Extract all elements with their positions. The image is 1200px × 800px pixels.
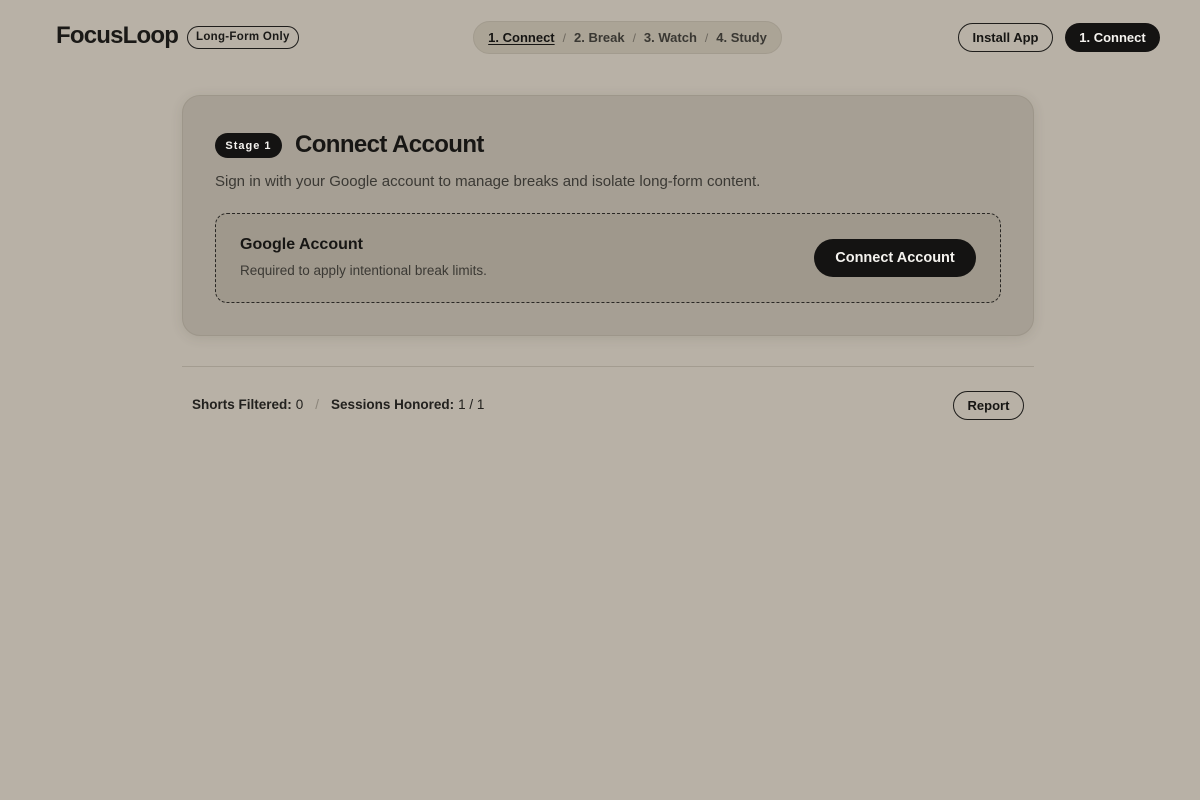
google-account-subtitle: Required to apply intentional break limi… <box>240 263 487 278</box>
card-title: Connect Account <box>295 131 484 158</box>
connect-account-card: Stage 1 Connect Account Sign in with you… <box>182 95 1034 336</box>
google-account-title: Google Account <box>240 236 363 253</box>
connect-account-button[interactable]: Connect Account <box>814 239 976 277</box>
card-description: Sign in with your Google account to mana… <box>215 173 761 190</box>
report-button[interactable]: Report <box>953 391 1024 420</box>
shorts-filtered-value: 0 <box>295 397 304 412</box>
long-form-badge: Long-Form Only <box>187 26 299 49</box>
step-separator: / <box>632 30 636 45</box>
step-watch[interactable]: 3. Watch <box>644 30 697 45</box>
sessions-honored-value: 1 / 1 <box>458 397 485 412</box>
step-study[interactable]: 4. Study <box>716 30 767 45</box>
header: FocusLoop Long-Form Only 1. Connect / 2.… <box>0 0 1200 74</box>
step-connect[interactable]: 1. Connect <box>488 30 554 45</box>
current-step-button[interactable]: 1. Connect <box>1065 23 1160 52</box>
step-separator: / <box>562 30 566 45</box>
install-app-button[interactable]: Install App <box>958 23 1053 52</box>
google-account-panel: Google Account Required to apply intenti… <box>215 213 1001 303</box>
shorts-filtered-label: Shorts Filtered: <box>192 397 292 412</box>
brand-logo[interactable]: FocusLoop <box>56 22 179 50</box>
step-separator: / <box>704 30 709 45</box>
stage-badge: Stage 1 <box>215 133 282 158</box>
stats-separator: / <box>315 397 320 412</box>
sessions-honored-label: Sessions Honored: <box>331 397 455 412</box>
step-navigation: 1. Connect / 2. Break / 3. Watch / 4. St… <box>473 21 782 54</box>
divider <box>182 366 1034 367</box>
stats-bar: Shorts Filtered: 0 / Sessions Honored: 1… <box>192 397 484 412</box>
step-break[interactable]: 2. Break <box>574 30 625 45</box>
